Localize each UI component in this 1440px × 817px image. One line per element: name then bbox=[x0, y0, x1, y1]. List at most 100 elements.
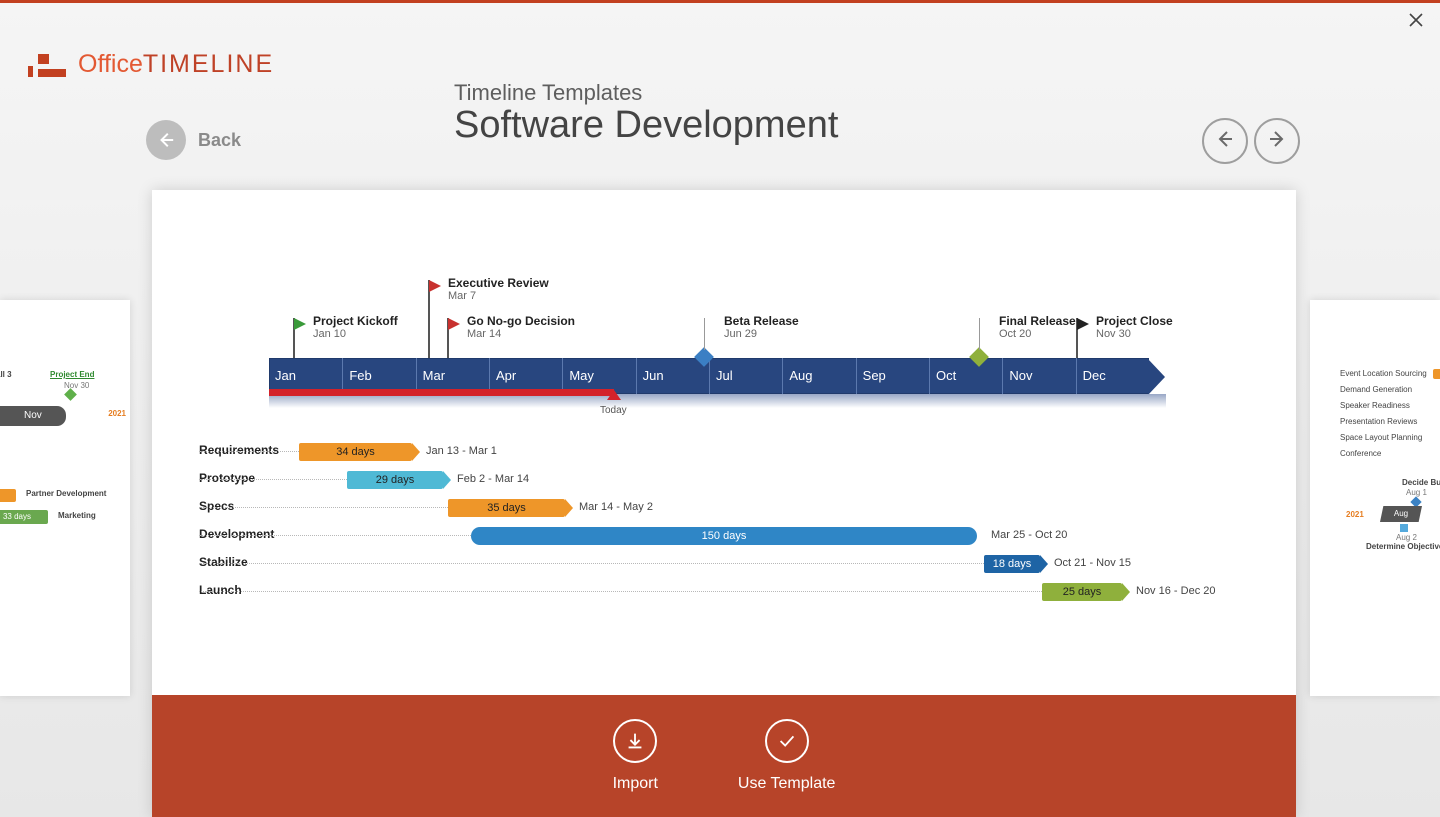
next-button[interactable] bbox=[1254, 118, 1300, 164]
diamond-icon bbox=[1410, 496, 1421, 507]
milestone-title: Project Kickoff bbox=[313, 314, 493, 328]
import-label: Import bbox=[613, 775, 658, 793]
chevron-right-icon bbox=[1267, 129, 1287, 154]
prev-button[interactable] bbox=[1202, 118, 1248, 164]
milestone-title: Executive Review bbox=[448, 276, 628, 290]
task-dots bbox=[199, 591, 1042, 592]
logo-office: Office bbox=[78, 50, 143, 78]
milestone-title: Beta Release bbox=[724, 314, 904, 328]
peek-left-task2: Marketing bbox=[58, 511, 96, 520]
template-preview: Today JanFebMarAprMayJunJulAugSepOctNovD… bbox=[152, 190, 1296, 695]
peek-right-monthbar: Aug bbox=[1380, 506, 1422, 522]
task-label: Specs bbox=[199, 499, 234, 513]
peek-right-m2: Determine Objectives bbox=[1366, 542, 1440, 551]
header: Timeline Templates Software Development bbox=[454, 80, 838, 147]
action-bar: Import Use Template bbox=[152, 695, 1296, 817]
page-title: Software Development bbox=[454, 104, 838, 147]
month-label: Aug bbox=[782, 358, 855, 394]
task-range: Feb 2 - Mar 14 bbox=[457, 473, 529, 485]
peek-right-t5: Space Layout Planning bbox=[1340, 430, 1440, 446]
nav-arrows bbox=[1202, 118, 1300, 164]
task-dots bbox=[199, 507, 448, 508]
close-button[interactable] bbox=[1406, 12, 1426, 32]
today-marker-icon bbox=[607, 390, 621, 400]
task-row: Specs 35 days Mar 14 - May 2 bbox=[199, 496, 1249, 518]
use-template-button[interactable]: Use Template bbox=[738, 719, 836, 793]
peek-right-year: 2021 bbox=[1346, 510, 1364, 519]
peek-left-bar2: 33 days bbox=[0, 510, 48, 524]
milestone-pole bbox=[979, 318, 980, 350]
task-range: Jan 13 - Mar 1 bbox=[426, 445, 497, 457]
task-row: Launch 25 days Nov 16 - Dec 20 bbox=[199, 580, 1249, 602]
milestone: Project CloseNov 30 bbox=[1096, 314, 1276, 340]
peek-right-t4: Presentation Reviews bbox=[1340, 414, 1440, 430]
next-template-peek[interactable]: Event Location Sourcing Demand Generatio… bbox=[1310, 300, 1440, 696]
milestone: Project KickoffJan 10 bbox=[313, 314, 493, 340]
chevron-left-icon bbox=[1215, 129, 1235, 154]
peek-left-monthbar: Nov bbox=[0, 406, 66, 426]
task-label: Prototype bbox=[199, 471, 255, 485]
peek-right-t6: Conference bbox=[1340, 446, 1440, 462]
task-range: Nov 16 - Dec 20 bbox=[1136, 585, 1215, 597]
peek-left-projectend: Project End bbox=[50, 370, 94, 379]
ribbon-strip bbox=[0, 0, 1440, 3]
square-icon bbox=[1400, 524, 1408, 532]
peek-left-task1: Partner Development bbox=[26, 489, 106, 498]
task-bar: 25 days bbox=[1042, 583, 1122, 601]
stage: all 3 Project End Nov 30 Nov 2021 Partne… bbox=[0, 190, 1440, 817]
peek-right-m1: Decide Bu bbox=[1402, 478, 1440, 487]
task-dots bbox=[199, 535, 471, 536]
check-icon bbox=[765, 719, 809, 763]
prev-template-peek[interactable]: all 3 Project End Nov 30 Nov 2021 Partne… bbox=[0, 300, 130, 696]
milestone-title: Project Close bbox=[1096, 314, 1276, 328]
task-bar: 29 days bbox=[347, 471, 443, 489]
logo: OfficeTIMELINE bbox=[28, 50, 274, 79]
task-label: Requirements bbox=[199, 443, 279, 457]
milestone-date: Nov 30 bbox=[1096, 328, 1276, 340]
month-label: Dec bbox=[1076, 358, 1149, 394]
peek-left-bar1 bbox=[0, 489, 16, 502]
task-range: Mar 14 - May 2 bbox=[579, 501, 653, 513]
template-card: Today JanFebMarAprMayJunJulAugSepOctNovD… bbox=[152, 190, 1296, 817]
today-label: Today bbox=[600, 405, 627, 416]
task-label: Stabilize bbox=[199, 555, 248, 569]
task-row: Stabilize18 daysOct 21 - Nov 15 bbox=[199, 552, 1249, 574]
back-label: Back bbox=[198, 130, 241, 151]
peek-left-date: Nov 30 bbox=[64, 381, 89, 390]
milestone-date: Mar 14 bbox=[467, 328, 647, 340]
task-label: Development bbox=[199, 527, 274, 541]
back-icon bbox=[146, 120, 186, 160]
task-bar: 34 days bbox=[299, 443, 412, 461]
diamond-icon bbox=[64, 388, 77, 401]
peek-right-m2d: Aug 2 bbox=[1396, 533, 1417, 542]
milestone-title: Go No-go Decision bbox=[467, 314, 647, 328]
task-dots bbox=[199, 451, 299, 452]
download-icon bbox=[613, 719, 657, 763]
month-label: Jun bbox=[636, 358, 709, 394]
logo-timeline: TIMELINE bbox=[143, 50, 274, 78]
milestone-date: Jun 29 bbox=[724, 328, 904, 340]
back-button[interactable]: Back bbox=[146, 120, 241, 160]
task-label: Launch bbox=[199, 583, 242, 597]
breadcrumb: Timeline Templates bbox=[454, 80, 838, 106]
task-bar: 18 days bbox=[984, 555, 1040, 573]
peek-right-m1d: Aug 1 bbox=[1406, 488, 1427, 497]
milestone: Executive ReviewMar 7 bbox=[448, 276, 628, 302]
band-shadow bbox=[269, 394, 1166, 408]
peek-right-t1: Event Location Sourcing bbox=[1340, 366, 1427, 382]
task-range: Mar 25 - Oct 20 bbox=[991, 529, 1067, 541]
task-row: Prototype 29 days Feb 2 - Mar 14 bbox=[199, 468, 1249, 490]
bar-icon bbox=[1433, 369, 1440, 379]
logo-text: OfficeTIMELINE bbox=[78, 50, 274, 79]
peek-right-t2: Demand Generation bbox=[1340, 382, 1440, 398]
import-button[interactable]: Import bbox=[613, 719, 658, 793]
use-template-label: Use Template bbox=[738, 775, 836, 793]
month-label: Jul bbox=[709, 358, 782, 394]
milestone: Go No-go DecisionMar 14 bbox=[467, 314, 647, 340]
elapsed-strip bbox=[269, 389, 614, 396]
peek-left-label1: all 3 bbox=[0, 370, 12, 379]
milestone: Beta ReleaseJun 29 bbox=[724, 314, 904, 340]
task-bar: 35 days bbox=[448, 499, 565, 517]
logo-icon bbox=[28, 52, 68, 78]
task-bar: 150 days bbox=[471, 527, 977, 545]
